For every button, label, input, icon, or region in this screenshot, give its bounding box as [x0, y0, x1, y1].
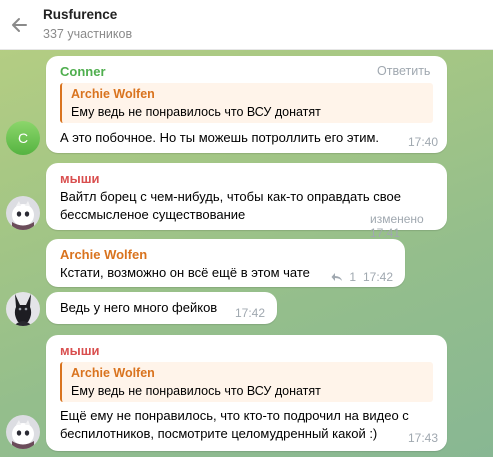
message-time: 17:42 [235, 306, 266, 320]
quote-author: Archie Wolfen [71, 87, 155, 101]
message-text-line: Вайтл борец с чем-нибудь, чтобы как-то о… [60, 189, 402, 204]
message-time: 17:43 [408, 431, 439, 445]
chat-header: Rusfurence 337 участников [0, 0, 493, 50]
quote-text: Ему ведь не понравилось что ВСУ донатят [71, 384, 321, 398]
message-time: 17:42 [363, 270, 394, 284]
reply-arrow-icon [331, 273, 342, 281]
avatar-letter: C [17, 130, 29, 146]
avatar-archie-wolfen[interactable] [6, 292, 40, 326]
sender-name[interactable]: мыши [60, 171, 100, 186]
message-bubble[interactable]: Conner Ответить Archie Wolfen Ему ведь н… [46, 56, 447, 153]
sender-name[interactable]: Archie Wolfen [60, 247, 147, 262]
wolf-photo-icon [6, 292, 40, 326]
quote-text: Ему ведь не понравилось что ВСУ донатят [71, 105, 321, 119]
message-text-line: беспилотников, посмотрите целомудренный … [60, 426, 378, 441]
reply-count: 1 [349, 270, 357, 284]
quote-author: Archie Wolfen [71, 366, 155, 380]
message-time: изменено 17:41 [370, 212, 424, 240]
message-text-line: Ещё ему не понравилось, что кто-то подро… [60, 408, 409, 423]
message-bubble[interactable]: мыши Archie Wolfen Ему ведь не понравило… [46, 335, 447, 451]
message-text: А это побочное. Но ты можешь потроллить … [60, 130, 380, 145]
message-text-line: бессмысленое существование [60, 207, 246, 222]
members-count: 337 участников [43, 27, 133, 41]
thread-replies[interactable]: 1 [331, 270, 356, 284]
arrow-left-icon [12, 18, 27, 32]
reply-quote[interactable]: Archie Wolfen Ему ведь не понравилось чт… [60, 362, 433, 402]
message-bubble[interactable]: мыши Вайтл борец с чем-нибудь, чтобы как… [46, 163, 447, 240]
message-bubble[interactable]: Archie Wolfen Кстати, возможно он всё ещ… [46, 239, 405, 287]
sender-name[interactable]: Conner [60, 64, 106, 79]
avatar-myshi[interactable] [6, 415, 40, 449]
cat-photo-icon [6, 196, 40, 230]
reply-quote[interactable]: Archie Wolfen Ему ведь не понравилось чт… [60, 83, 433, 123]
message-bubble[interactable]: Ведь у него много фейков 17:42 [46, 292, 277, 324]
message-text: Кстати, возможно он всё ещё в этом чате [60, 265, 310, 280]
message-text: Ведь у него много фейков [60, 300, 218, 315]
back-button[interactable] [4, 9, 36, 41]
avatar-conner[interactable]: C [6, 121, 40, 155]
sender-name[interactable]: мыши [60, 343, 100, 358]
avatar-myshi[interactable] [6, 196, 40, 230]
cat-photo-icon [6, 415, 40, 449]
reply-button[interactable]: Ответить [377, 64, 430, 78]
chat-title[interactable]: Rusfurence [43, 7, 117, 22]
message-time: 17:40 [408, 135, 439, 149]
